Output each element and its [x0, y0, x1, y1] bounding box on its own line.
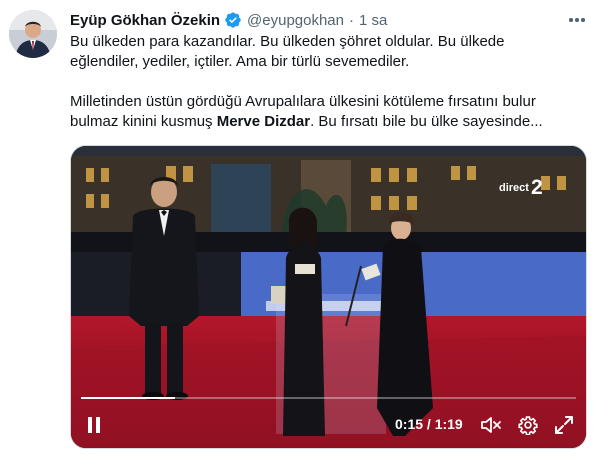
tweet-header: Eyüp Gökhan Özekin @eyupgokhan · 1 sa	[70, 10, 387, 30]
tweet-timestamp[interactable]: 1 sa	[359, 12, 387, 29]
channel-logo: direct 2	[499, 176, 543, 200]
tweet-line: Bu ülkeden para kazandılar. Bu ülkeden ş…	[70, 33, 505, 50]
more-options-icon[interactable]	[565, 10, 589, 30]
author-avatar[interactable]	[9, 10, 57, 58]
author-name[interactable]: Eyüp Gökhan Özekin	[70, 12, 220, 29]
fullscreen-icon[interactable]	[550, 412, 578, 438]
settings-gear-icon[interactable]	[514, 412, 542, 438]
volume-muted-icon[interactable]	[477, 412, 505, 438]
tweet-card[interactable]: Eyüp Gökhan Özekin @eyupgokhan · 1 sa Bu…	[0, 0, 606, 461]
tweet-text: Bu ülkeden para kazandılar. Bu ülkeden ş…	[70, 32, 595, 132]
channel-word: direct	[499, 182, 529, 194]
pause-icon[interactable]	[79, 412, 109, 438]
video-timecode: 0:15 / 1:19	[395, 416, 463, 432]
tweet-line: bulmaz kinini kusmuş Merve Dizdar. Bu fı…	[70, 112, 595, 132]
tweet-line: Milletinden üstün gördüğü Avrupalılara ü…	[70, 93, 536, 110]
video-player[interactable]: direct 2 0:15 / 1:19	[70, 145, 587, 449]
tweet-text-segment: bulmaz kinini kusmuş	[70, 113, 217, 130]
tweet-text-segment: . Bu fırsatı bile bu ülke sayesinde...	[310, 113, 543, 130]
author-handle[interactable]: @eyupgokhan	[247, 12, 344, 29]
tweet-line: eğlendiler, yediler, içtiler. Ama bir tü…	[70, 53, 410, 70]
mention-bold: Merve Dizdar	[216, 113, 311, 130]
video-progress-fill	[81, 397, 176, 399]
verified-badge-icon	[224, 11, 242, 29]
separator-dot: ·	[349, 11, 354, 29]
video-progress-bar[interactable]	[81, 397, 576, 399]
channel-number: 2	[530, 176, 543, 199]
